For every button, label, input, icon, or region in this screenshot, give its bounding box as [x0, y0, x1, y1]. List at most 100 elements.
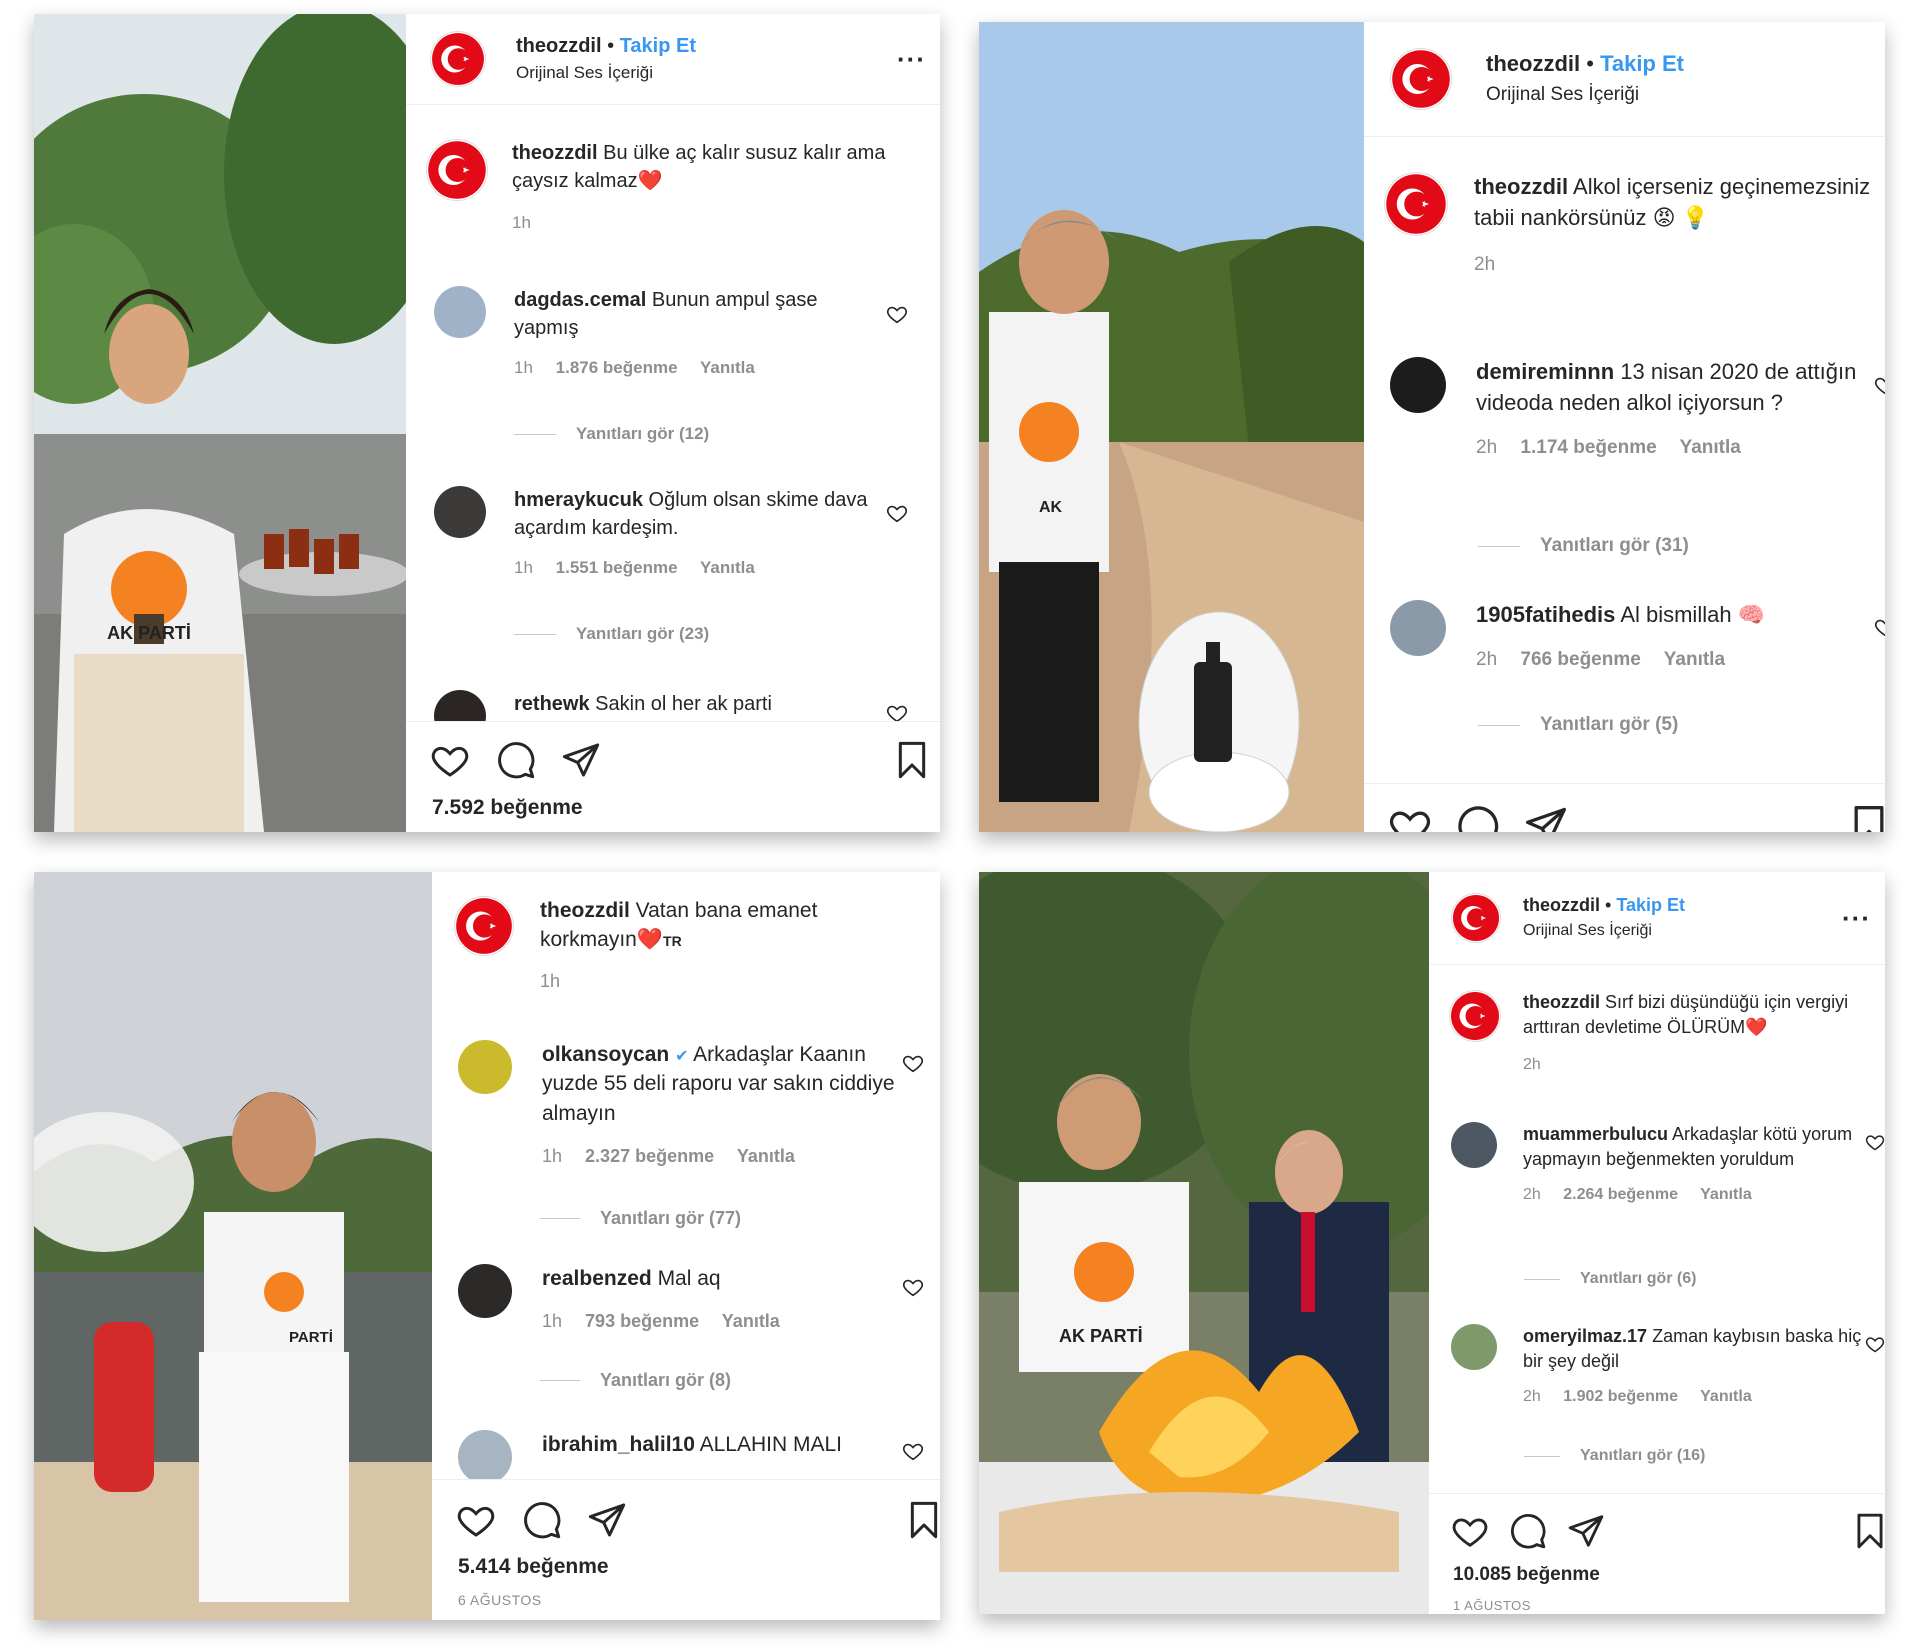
avatar[interactable]: [434, 486, 486, 538]
comment-likes[interactable]: 1.551 beğenme: [556, 558, 678, 577]
share-icon[interactable]: [561, 740, 601, 780]
like-icon[interactable]: [1451, 1512, 1489, 1550]
view-replies-button[interactable]: Yanıtları gör (31): [1478, 535, 1689, 557]
reply-button[interactable]: Yanıtla: [722, 1311, 780, 1331]
comment-username[interactable]: rethewk: [514, 693, 590, 715]
comment-like-icon[interactable]: [886, 502, 908, 524]
comment-like-icon[interactable]: [902, 1276, 924, 1298]
post-2-avatar[interactable]: [1390, 48, 1452, 110]
reply-button[interactable]: Yanıtla: [737, 1146, 795, 1166]
like-icon[interactable]: [1388, 804, 1432, 832]
comment-username[interactable]: demireminnn: [1476, 359, 1614, 384]
more-options-icon[interactable]: ···: [897, 44, 926, 75]
comment-username[interactable]: muammerbulucu: [1523, 1124, 1668, 1144]
save-icon[interactable]: [1847, 804, 1885, 832]
caption-emoji: ❤️: [637, 170, 663, 192]
post-1-avatar[interactable]: [430, 31, 486, 87]
avatar[interactable]: [1451, 1122, 1497, 1168]
comment-icon[interactable]: [1509, 1512, 1547, 1550]
caption-username[interactable]: theozzdil: [1523, 992, 1600, 1012]
comment-icon[interactable]: [496, 740, 536, 780]
view-replies-button[interactable]: Yanıtları gör (6): [1524, 1270, 1696, 1288]
post-2-video[interactable]: AK: [979, 22, 1364, 832]
post-1-like-count[interactable]: 7.592 beğenme: [432, 796, 583, 820]
post-1-audio[interactable]: Orijinal Ses İçeriği: [516, 63, 653, 82]
comment-username[interactable]: 1905fatihedis: [1476, 602, 1615, 627]
share-icon[interactable]: [1524, 804, 1568, 832]
post-1-video[interactable]: AK PARTİ: [34, 14, 406, 832]
comment-username[interactable]: ibrahim_halil10: [542, 1433, 695, 1456]
comment-likes[interactable]: 1.902 beğenme: [1563, 1388, 1678, 1405]
avatar[interactable]: [458, 1264, 512, 1318]
post-2-caption-avatar[interactable]: [1384, 172, 1448, 236]
post-4-follow-button[interactable]: Takip Et: [1616, 895, 1685, 915]
post-4-video[interactable]: AK PARTİ: [979, 872, 1429, 1614]
view-replies-button[interactable]: Yanıtları gör (16): [1524, 1447, 1705, 1465]
comment-likes[interactable]: 2.327 beğenme: [585, 1146, 714, 1166]
post-4-audio[interactable]: Orijinal Ses İçeriği: [1523, 922, 1652, 939]
comment-like-icon[interactable]: [902, 1052, 924, 1074]
view-replies-button[interactable]: Yanıtları gör (5): [1478, 714, 1678, 736]
avatar[interactable]: [1451, 1324, 1497, 1370]
save-icon[interactable]: [892, 740, 932, 780]
comment-username[interactable]: hmeraykucuk: [514, 489, 643, 511]
post-2-follow-button[interactable]: Takip Et: [1600, 51, 1684, 76]
comment-likes[interactable]: 1.876 beğenme: [556, 358, 678, 377]
reply-button[interactable]: Yanıtla: [700, 558, 755, 577]
post-1-caption-avatar[interactable]: [426, 139, 488, 201]
reply-button[interactable]: Yanıtla: [1664, 649, 1725, 670]
comment-likes[interactable]: 2.264 beğenme: [1563, 1186, 1678, 1203]
comment-icon[interactable]: [1456, 804, 1500, 832]
avatar[interactable]: [458, 1040, 512, 1094]
comment-username[interactable]: olkansoycan: [542, 1043, 669, 1066]
view-replies-button[interactable]: Yanıtları gör (8): [540, 1370, 731, 1391]
comment-likes[interactable]: 793 beğenme: [585, 1311, 699, 1331]
comment-like-icon[interactable]: [1874, 374, 1885, 396]
post-3-caption-avatar[interactable]: [454, 896, 514, 956]
save-icon[interactable]: [904, 1500, 940, 1540]
post-4-like-count[interactable]: 10.085 beğenme: [1453, 1564, 1600, 1586]
reply-button[interactable]: Yanıtla: [700, 358, 755, 377]
post-3-video[interactable]: PARTİ: [34, 872, 432, 1620]
caption-username[interactable]: theozzdil: [1474, 174, 1568, 199]
post-3-like-count[interactable]: 5.414 beğenme: [458, 1555, 609, 1579]
comment-like-icon[interactable]: [1865, 1132, 1885, 1152]
comment-like-icon[interactable]: [1865, 1334, 1885, 1354]
like-icon[interactable]: [430, 740, 470, 780]
more-options-icon[interactable]: ···: [1842, 903, 1871, 934]
avatar[interactable]: [458, 1430, 512, 1484]
post-1-follow-button[interactable]: Takip Et: [620, 35, 696, 57]
comment-icon[interactable]: [522, 1500, 562, 1540]
caption-username[interactable]: theozzdil: [540, 899, 630, 922]
view-replies-button[interactable]: Yanıtları gör (77): [540, 1208, 741, 1229]
comment-username[interactable]: realbenzed: [542, 1267, 652, 1290]
reply-button[interactable]: Yanıtla: [1700, 1186, 1752, 1203]
comment-username[interactable]: omeryilmaz.17: [1523, 1326, 1647, 1346]
avatar[interactable]: [1390, 357, 1446, 413]
like-icon[interactable]: [456, 1500, 496, 1540]
comment-likes[interactable]: 766 beğenme: [1520, 649, 1640, 670]
post-4-username[interactable]: theozzdil: [1523, 895, 1600, 915]
comment-like-icon[interactable]: [886, 303, 908, 325]
post-4-caption-avatar[interactable]: [1449, 990, 1501, 1042]
post-1-username[interactable]: theozzdil: [516, 35, 602, 57]
comment-like-icon[interactable]: [1874, 616, 1885, 638]
view-replies-button[interactable]: Yanıtları gör (23): [514, 624, 709, 644]
share-icon[interactable]: [1567, 1512, 1605, 1550]
avatar[interactable]: [434, 286, 486, 338]
reply-button[interactable]: Yanıtla: [1680, 437, 1741, 458]
comment-like-icon[interactable]: [902, 1440, 924, 1462]
comment-username[interactable]: dagdas.cemal: [514, 289, 646, 311]
comment-likes[interactable]: 1.174 beğenme: [1520, 437, 1656, 458]
share-icon[interactable]: [587, 1500, 627, 1540]
post-2-username[interactable]: theozzdil: [1486, 51, 1580, 76]
save-icon[interactable]: [1851, 1512, 1885, 1550]
post-2-video-frame: AK: [979, 22, 1364, 832]
reply-button[interactable]: Yanıtla: [1700, 1388, 1752, 1405]
post-4-avatar[interactable]: [1451, 893, 1501, 943]
view-replies-button[interactable]: Yanıtları gör (12): [514, 424, 709, 444]
post-2-audio[interactable]: Orijinal Ses İçeriği: [1486, 84, 1639, 105]
avatar[interactable]: [1390, 600, 1446, 656]
caption-username[interactable]: theozzdil: [512, 142, 598, 164]
post-2-shirt-text: AK: [1039, 499, 1063, 516]
